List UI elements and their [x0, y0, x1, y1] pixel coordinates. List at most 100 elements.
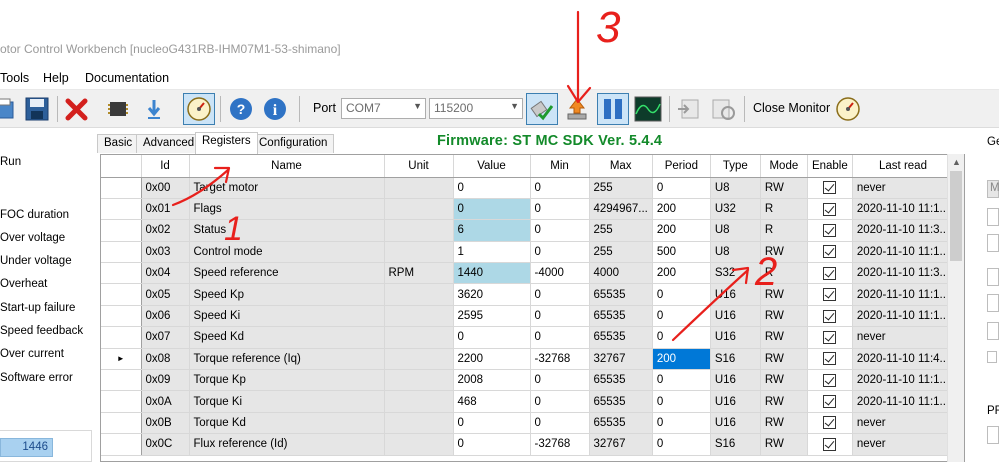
table-row[interactable]: 0x0B Torque Kd 0 0 65535 0 U16 RW never [101, 412, 955, 435]
menu-tools[interactable]: Tools [0, 71, 29, 85]
right-panel-input[interactable] [987, 208, 999, 226]
port-select[interactable]: COM7 ▼ [341, 98, 426, 119]
table-row[interactable]: 0x05 Speed Kp 3620 0 65535 0 U16 RW 2020-11-10 1… [101, 283, 955, 306]
right-panel-checkbox[interactable] [987, 351, 997, 363]
row-header[interactable] [101, 262, 142, 285]
cell-period[interactable]: 200 [652, 219, 711, 242]
cell-period[interactable]: 0 [652, 177, 711, 199]
column-header-enable[interactable]: Enable [807, 155, 853, 178]
table-row[interactable]: 0x0C Flux reference (Id) 0 -32768 32767 0 S16 R… [101, 433, 955, 456]
cell-period[interactable]: 0 [652, 390, 711, 413]
save-icon[interactable] [21, 93, 53, 125]
tab-registers[interactable]: Registers [195, 132, 258, 154]
enable-checkbox[interactable] [823, 266, 837, 280]
download-arrow-icon[interactable] [138, 93, 170, 125]
enable-checkbox[interactable] [823, 245, 837, 259]
table-row[interactable]: 0x07 Speed Kd 0 0 65535 0 U16 RW never [101, 326, 955, 349]
cell-enable[interactable] [807, 177, 853, 199]
info-icon[interactable]: i [259, 93, 291, 125]
row-header[interactable] [101, 305, 142, 328]
row-header[interactable] [101, 390, 142, 413]
import-icon[interactable] [673, 93, 705, 125]
help-icon[interactable]: ? [225, 93, 257, 125]
row-header[interactable]: ► [101, 348, 142, 371]
cell-period[interactable]: 0 [652, 326, 711, 349]
column-header-value[interactable]: Value [453, 155, 531, 178]
cell-enable[interactable] [807, 390, 853, 413]
cell-enable[interactable] [807, 412, 853, 435]
column-header-max[interactable]: Max [589, 155, 653, 178]
scrollbar-thumb[interactable] [950, 171, 962, 261]
cell-value[interactable]: 0 [453, 198, 531, 221]
cell-value[interactable]: 0 [453, 177, 531, 199]
cell-value[interactable]: 6 [453, 219, 531, 242]
enable-checkbox[interactable] [823, 223, 837, 237]
table-row[interactable]: 0x0A Torque Ki 468 0 65535 0 U16 RW 2020-11-10 1… [101, 390, 955, 413]
delete-icon[interactable] [61, 93, 93, 125]
close-monitor-button[interactable]: Close Monitor [753, 101, 830, 115]
cell-period[interactable]: 0 [652, 283, 711, 306]
table-row[interactable]: 0x02 Status 6 0 255 200 U8 R 2020-11-10 11:3... [101, 219, 955, 242]
column-header-id[interactable]: Id [141, 155, 190, 178]
cell-enable[interactable] [807, 433, 853, 456]
table-row[interactable]: 0x06 Speed Ki 2595 0 65535 0 U16 RW 2020-11-10 1… [101, 305, 955, 328]
scroll-up-arrow-icon[interactable]: ▲ [948, 154, 965, 170]
right-panel-input[interactable] [987, 426, 999, 444]
menu-documentation[interactable]: Documentation [85, 71, 169, 85]
open-file-icon[interactable] [0, 93, 20, 125]
column-header-type[interactable]: Type [710, 155, 761, 178]
cell-enable[interactable] [807, 262, 853, 285]
row-header[interactable] [101, 219, 142, 242]
register-table[interactable]: Id Name Unit Value Min Max Period Type M… [100, 154, 965, 462]
right-panel-input[interactable] [987, 234, 999, 252]
enable-checkbox[interactable] [823, 373, 837, 387]
column-header-period[interactable]: Period [652, 155, 711, 178]
table-row[interactable]: 0x03 Control mode 1 0 255 500 U8 RW 2020-11-10 1… [101, 241, 955, 264]
connect-button[interactable] [526, 93, 558, 125]
column-header-mode[interactable]: Mode [760, 155, 808, 178]
tab-configuration[interactable]: Configuration [252, 134, 335, 153]
row-header[interactable] [101, 198, 142, 221]
cell-value[interactable]: 0 [453, 412, 531, 435]
row-header[interactable] [101, 433, 142, 456]
cell-period[interactable]: 200 [652, 262, 711, 285]
row-header[interactable] [101, 241, 142, 264]
enable-checkbox[interactable] [823, 181, 837, 195]
table-row[interactable]: 0x09 Torque Kp 2008 0 65535 0 U16 RW 2020-11-10 … [101, 369, 955, 392]
cell-enable[interactable] [807, 326, 853, 349]
cell-period[interactable]: 0 [652, 305, 711, 328]
enable-checkbox[interactable] [823, 437, 837, 451]
cell-enable[interactable] [807, 241, 853, 264]
cell-value[interactable]: 2200 [453, 348, 531, 371]
table-row[interactable]: 0x01 Flags 0 0 4294967... 200 U32 R 2020-11-10 1… [101, 198, 955, 221]
row-header[interactable] [101, 326, 142, 349]
enable-checkbox[interactable] [823, 416, 837, 430]
cell-value[interactable]: 0 [453, 326, 531, 349]
cell-enable[interactable] [807, 283, 853, 306]
cell-enable[interactable] [807, 369, 853, 392]
row-header[interactable] [101, 283, 142, 306]
enable-checkbox[interactable] [823, 395, 837, 409]
cell-enable[interactable] [807, 219, 853, 242]
cell-period[interactable]: 200 [652, 198, 711, 221]
right-panel-input[interactable] [987, 268, 999, 286]
enable-checkbox[interactable] [823, 288, 837, 302]
cell-period[interactable]: 0 [652, 412, 711, 435]
cell-value[interactable]: 1440 [453, 262, 531, 285]
cell-period[interactable]: 200 [652, 348, 711, 371]
cell-enable[interactable] [807, 305, 853, 328]
right-panel-input[interactable] [987, 322, 999, 340]
pause-button[interactable] [597, 93, 629, 125]
table-row[interactable]: 0x00 Target motor 0 0 255 0 U8 RW never [101, 177, 955, 199]
chip-icon[interactable] [102, 93, 134, 125]
row-header[interactable] [101, 412, 142, 435]
baud-select[interactable]: 115200 ▼ [429, 98, 523, 119]
cell-value[interactable]: 468 [453, 390, 531, 413]
upload-icon[interactable] [561, 93, 593, 125]
column-header-min[interactable]: Min [530, 155, 590, 178]
column-header-unit[interactable]: Unit [384, 155, 454, 178]
enable-checkbox[interactable] [823, 330, 837, 344]
enable-checkbox[interactable] [823, 309, 837, 323]
gauge-icon[interactable] [832, 93, 864, 125]
cell-period[interactable]: 500 [652, 241, 711, 264]
